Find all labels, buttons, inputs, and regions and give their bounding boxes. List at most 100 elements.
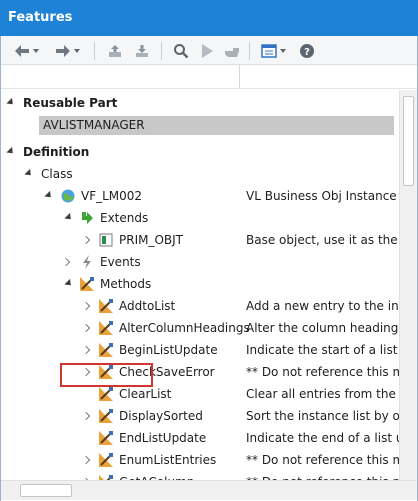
- toolbar-separator: [161, 42, 162, 60]
- class-label: Class: [41, 167, 73, 181]
- object-icon: [99, 233, 113, 247]
- method-icon: [99, 453, 113, 467]
- method-row[interactable]: AlterColumnHeadings Alter the column hea…: [1, 317, 399, 339]
- play-icon: [202, 44, 213, 58]
- import-button[interactable]: [131, 40, 153, 62]
- find-button[interactable]: [170, 40, 192, 62]
- expand-icon[interactable]: [81, 455, 91, 465]
- method-description: ** Do not reference this method: [246, 471, 399, 480]
- tree-row-methods[interactable]: Methods: [1, 273, 399, 295]
- base-object-description: Base object, use it as the ancestor: [246, 233, 399, 247]
- scrollbar-corner: [399, 481, 417, 500]
- method-name: EnumListEntries: [119, 453, 217, 467]
- method-row[interactable]: DisplaySorted Sort the instance list by …: [1, 405, 399, 427]
- chevron-down-icon: [279, 49, 286, 53]
- expand-icon[interactable]: [81, 235, 91, 245]
- vertical-scrollbar[interactable]: [399, 90, 417, 480]
- method-row[interactable]: EndListUpdate Indicate the end of a list…: [1, 427, 399, 449]
- base-object-name: PRIM_OBJT: [119, 233, 184, 247]
- help-button[interactable]: ?: [296, 40, 318, 62]
- method-icon: [99, 299, 113, 313]
- arrow-right-icon: [55, 45, 70, 57]
- method-name: AddtoList: [119, 299, 176, 313]
- arrow-left-icon: [14, 45, 29, 57]
- extends-label: Extends: [100, 211, 149, 225]
- reusable-part-value: AVLISTMANAGER: [39, 116, 394, 135]
- method-icon: [80, 277, 94, 291]
- method-description: Add a new entry to the instance list: [246, 299, 399, 313]
- chevron-down-icon: [32, 49, 39, 53]
- forward-button[interactable]: [49, 40, 85, 62]
- component-name: VF_LM002: [81, 189, 143, 203]
- pointing-hand-icon: [225, 48, 239, 57]
- tree-row-class[interactable]: Class: [1, 163, 399, 185]
- component-globe-icon: [61, 189, 75, 203]
- method-icon: [99, 431, 113, 445]
- method-description: Indicate the start of a list update: [246, 343, 399, 357]
- method-icon: [99, 409, 113, 423]
- run-button[interactable]: [196, 40, 218, 62]
- collapse-icon[interactable]: [64, 212, 74, 223]
- magnifier-icon: [174, 44, 189, 59]
- method-description: Alter the column headings in the list: [246, 321, 399, 335]
- export-icon: [109, 45, 121, 57]
- method-description: Indicate the end of a list update: [246, 431, 399, 445]
- view-button[interactable]: [257, 40, 289, 62]
- method-row[interactable]: BeginListUpdate Indicate the start of a …: [1, 339, 399, 361]
- method-icon: [99, 387, 113, 401]
- toolbar-separator: [249, 42, 250, 60]
- help-icon: ?: [300, 44, 314, 58]
- tree-row-component[interactable]: VF_LM002 VL Business Obj Instance List: [1, 185, 399, 207]
- section-label: Reusable Part: [23, 96, 118, 110]
- collapse-icon[interactable]: [24, 168, 34, 179]
- vertical-scrollbar-thumb[interactable]: [403, 96, 414, 186]
- column-header-bar: [1, 65, 417, 89]
- toolbar-separator: [94, 42, 95, 60]
- expand-icon[interactable]: [81, 301, 91, 311]
- component-description: VL Business Obj Instance List: [246, 189, 399, 203]
- method-row[interactable]: EnumListEntries ** Do not reference this…: [1, 449, 399, 471]
- name-column-header[interactable]: [1, 65, 240, 88]
- tree-row-reusable-part[interactable]: Reusable Part: [1, 92, 399, 114]
- chevron-down-icon: [73, 49, 80, 53]
- expand-icon[interactable]: [81, 323, 91, 333]
- features-tree: Reusable Part AVLISTMANAGER Definition C…: [1, 90, 399, 480]
- window-title: Features: [0, 0, 418, 36]
- methods-highlight-box: [60, 363, 153, 387]
- method-name: GetAColumn: [119, 471, 194, 480]
- expand-icon[interactable]: [81, 411, 91, 421]
- method-row[interactable]: AddtoList Add a new entry to the instanc…: [1, 295, 399, 317]
- pointer-button[interactable]: [221, 40, 243, 62]
- tree-row-base-object[interactable]: PRIM_OBJT Base object, use it as the anc…: [1, 229, 399, 251]
- expand-icon[interactable]: [81, 345, 91, 355]
- method-row[interactable]: GetAColumn ** Do not reference this meth…: [1, 471, 399, 480]
- svg-text:?: ?: [304, 47, 310, 58]
- collapse-icon[interactable]: [44, 190, 54, 201]
- method-icon: [99, 343, 113, 357]
- tree-row-definition[interactable]: Definition: [1, 141, 399, 163]
- method-icon: [99, 321, 113, 335]
- description-column-header[interactable]: [241, 65, 417, 88]
- methods-label: Methods: [100, 277, 152, 291]
- lightning-icon: [83, 255, 91, 269]
- expand-icon[interactable]: [61, 257, 71, 267]
- method-name: EndListUpdate: [119, 431, 207, 445]
- back-button[interactable]: [9, 40, 43, 62]
- method-description: ** Do not reference this method: [246, 365, 399, 379]
- export-button[interactable]: [104, 40, 126, 62]
- method-name: DisplaySorted: [119, 409, 203, 423]
- horizontal-scrollbar-thumb[interactable]: [20, 484, 72, 497]
- collapse-icon[interactable]: [6, 97, 16, 108]
- collapse-icon[interactable]: [6, 146, 16, 157]
- horizontal-scrollbar[interactable]: [1, 480, 417, 500]
- import-icon: [136, 45, 148, 57]
- events-label: Events: [100, 255, 141, 269]
- method-description: Sort the instance list by one column: [246, 409, 399, 423]
- tree-row-extends[interactable]: Extends: [1, 207, 399, 229]
- method-name: BeginListUpdate: [119, 343, 218, 357]
- green-arrow-icon: [82, 212, 93, 224]
- method-name: AlterColumnHeadings: [119, 321, 250, 335]
- collapse-icon[interactable]: [64, 278, 74, 289]
- tree-row-events[interactable]: Events: [1, 251, 399, 273]
- tree-row-reusable-part-value[interactable]: AVLISTMANAGER: [1, 115, 399, 137]
